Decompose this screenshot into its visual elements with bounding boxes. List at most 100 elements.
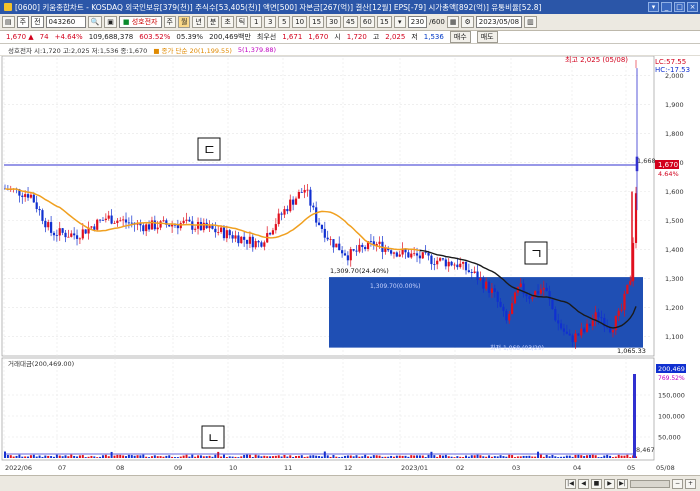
box-low-value: 1,065.33 (617, 347, 646, 355)
volume-bar (171, 456, 174, 458)
period-btn-5[interactable]: 틱 (235, 16, 249, 28)
volume-bar (367, 456, 370, 458)
volume-bar (191, 454, 194, 458)
volume-bar (470, 455, 473, 458)
stock-code-input[interactable]: 043260 (45, 16, 86, 28)
candle-body (217, 232, 220, 233)
search-icon[interactable]: 🔍 (87, 16, 103, 28)
candle-body (401, 249, 404, 255)
stop-icon[interactable]: ■ (591, 478, 602, 489)
chart-area[interactable]: 2,0001,9001,8001,7001,6001,5001,4001,300… (0, 55, 700, 476)
zoom-in-icon[interactable]: + (685, 478, 696, 489)
date-input[interactable]: 2023/05/08 (475, 16, 523, 28)
volume-bar (323, 451, 326, 458)
lock-icon[interactable]: ▣ (104, 16, 117, 28)
settings-icon[interactable]: ⚙ (461, 16, 474, 28)
volume-bar (93, 456, 96, 458)
candle-body (519, 283, 522, 287)
volume-bar (251, 457, 254, 458)
volume-bar (499, 455, 502, 458)
candle-body (268, 233, 272, 235)
candle-body (418, 255, 422, 259)
volume-pct: 603.52% (139, 33, 171, 41)
volume-bar (329, 456, 332, 458)
candle-body (98, 219, 102, 221)
volume-bar (456, 456, 459, 458)
candle-body (320, 224, 324, 229)
time-tick-label: 08 (116, 464, 124, 472)
candle-body (424, 252, 427, 254)
dropdown-icon[interactable]: ▾ (393, 16, 406, 28)
volume-bar (78, 455, 81, 458)
pin-icon[interactable]: ▾ (648, 2, 659, 12)
price-change-pct: +4.64% (54, 33, 83, 41)
candle-body (251, 236, 254, 248)
candle-body (315, 207, 318, 223)
sell-button[interactable]: 매도 (476, 31, 498, 43)
candle-body (257, 241, 260, 243)
menu-icon[interactable]: ▤ (2, 16, 15, 28)
stock-name[interactable]: ■ 성호전자 (118, 16, 162, 28)
interval-btn-6[interactable]: 45 (342, 16, 358, 28)
candle-body (245, 239, 249, 244)
next-icon[interactable]: ▶ (604, 478, 615, 489)
count-input[interactable]: 230 (407, 16, 428, 28)
volume-bar (539, 454, 542, 458)
prev-icon[interactable]: ◀ (578, 478, 589, 489)
candle-body (502, 306, 505, 311)
candle-body (525, 293, 528, 297)
volume-bar (263, 455, 266, 458)
interval-btn-0[interactable]: 1 (250, 16, 263, 28)
volume-bar (297, 455, 300, 458)
period-btn-3[interactable]: 분 (206, 16, 220, 28)
first-icon[interactable]: |◀ (565, 478, 576, 489)
minimize-icon[interactable]: _ (661, 2, 672, 12)
volume-bar (162, 456, 165, 458)
volume-bar (269, 456, 272, 458)
time-tick-label: 03 (512, 464, 520, 472)
candle-body (219, 227, 223, 233)
volume-tick-label: 100,000 (658, 413, 685, 421)
period-select[interactable]: 주 (16, 16, 30, 28)
interval-btn-8[interactable]: 15 (376, 16, 392, 28)
candle-body (551, 299, 554, 310)
zoom-out-icon[interactable]: − (672, 478, 683, 489)
volume-bar (418, 455, 421, 458)
period-btn-4[interactable]: 초 (221, 16, 234, 28)
time-tick-label: 2023/01 (401, 464, 428, 472)
grid-icon[interactable]: ▦ (446, 16, 460, 28)
volume-bar (50, 456, 53, 458)
candle-body (32, 194, 35, 203)
calendar-icon[interactable]: ▥ (524, 16, 537, 28)
interval-btn-5[interactable]: 30 (326, 16, 341, 28)
volume-bar (4, 451, 6, 458)
volume-tick-label: 150,000 (658, 392, 685, 400)
volume-bar (145, 456, 148, 458)
interval-btn-4[interactable]: 15 (309, 16, 325, 28)
volume-bar (441, 455, 444, 458)
maximize-icon[interactable]: □ (674, 2, 685, 12)
interval-btn-7[interactable]: 60 (359, 16, 375, 28)
type-select[interactable]: 전 (31, 16, 44, 28)
period-btn-0[interactable]: 주 (163, 16, 176, 28)
buy-button[interactable]: 매수 (449, 31, 471, 43)
interval-btn-1[interactable]: 3 (264, 16, 277, 28)
candle-body (78, 238, 82, 240)
period-btn-2[interactable]: 년 (192, 16, 205, 28)
volume-bar (127, 454, 130, 458)
last-icon[interactable]: ▶| (617, 478, 628, 489)
candle-body (309, 189, 312, 206)
price-chart-svg[interactable]: 2,0001,9001,8001,7001,6001,5001,4001,300… (0, 55, 700, 476)
candle-body (142, 225, 145, 232)
current-pct-tag: 4.64% (658, 170, 679, 178)
period-btn-1[interactable]: 월 (177, 16, 191, 28)
close-icon[interactable]: × (687, 2, 698, 12)
volume-bar (594, 455, 597, 458)
scroll-handle[interactable] (630, 479, 670, 488)
volume-bar (513, 457, 516, 458)
candle-body (559, 323, 563, 329)
interval-btn-2[interactable]: 5 (278, 16, 291, 28)
candle-body (545, 287, 548, 292)
volume-bar (588, 454, 591, 458)
interval-btn-3[interactable]: 10 (292, 16, 308, 28)
